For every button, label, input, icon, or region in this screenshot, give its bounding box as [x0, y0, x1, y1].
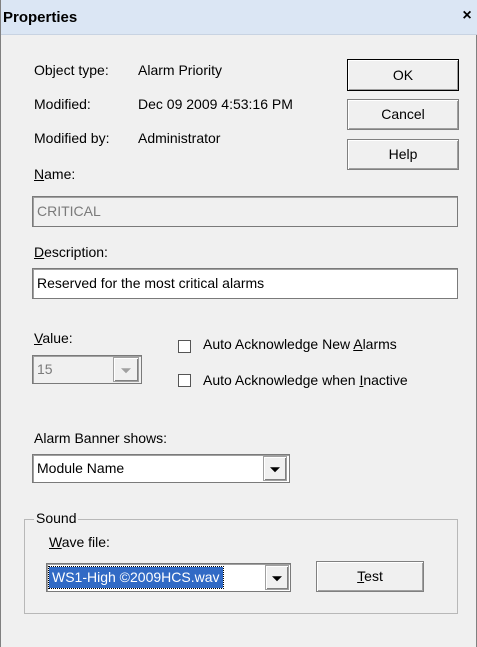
auto-ack-inactive-label: Auto Acknowledge when Inactive — [203, 372, 408, 388]
window-title: Properties — [3, 9, 78, 26]
auto-ack-new-checkbox[interactable] — [178, 340, 191, 353]
modified-label: Modified: — [34, 96, 91, 112]
modified-by-value: Administrator — [138, 130, 221, 146]
wave-file-select[interactable]: WS1-High ©2009HCS.wav — [46, 563, 291, 592]
banner-label: Alarm Banner shows: — [34, 430, 168, 446]
auto-ack-inactive-checkbox[interactable] — [178, 374, 191, 387]
banner-select[interactable]: Module Name — [32, 454, 290, 483]
chevron-down-icon — [121, 367, 131, 373]
help-button[interactable]: Help — [347, 139, 459, 170]
name-field[interactable]: CRITICAL — [32, 196, 458, 227]
banner-dropdown-button[interactable] — [263, 456, 287, 481]
description-label: Description: — [34, 244, 108, 260]
value-label: Value: — [34, 330, 73, 346]
cancel-button[interactable]: Cancel — [347, 99, 459, 130]
object-type-label: Object type: — [34, 62, 109, 78]
sound-group-label: Sound — [34, 510, 79, 526]
name-label: Name: — [34, 166, 76, 182]
value-dropdown-button[interactable] — [113, 357, 139, 382]
ok-button[interactable]: OK — [347, 59, 459, 91]
object-type-value: Alarm Priority — [138, 62, 223, 78]
wave-dropdown-button[interactable] — [265, 565, 289, 590]
description-field[interactable]: Reserved for the most critical alarms — [32, 268, 458, 299]
wave-file-label: Wave file: — [49, 534, 110, 550]
chevron-down-icon — [272, 575, 282, 581]
value-select-text: 15 — [37, 361, 53, 377]
banner-select-text: Module Name — [37, 460, 125, 476]
chevron-down-icon — [270, 466, 280, 472]
modified-value: Dec 09 2009 4:53:16 PM — [138, 96, 293, 112]
title-bar: Properties × — [1, 0, 477, 35]
wave-file-selected-text: WS1-High ©2009HCS.wav — [48, 566, 224, 589]
auto-ack-new-label: Auto Acknowledge New Alarms — [203, 336, 397, 352]
modified-by-label: Modified by: — [34, 130, 110, 146]
properties-dialog: Properties × Object type: Alarm Priority… — [0, 0, 477, 647]
test-button[interactable]: Test — [316, 561, 424, 592]
close-icon[interactable]: × — [460, 8, 474, 24]
value-select[interactable]: 15 — [32, 355, 142, 384]
